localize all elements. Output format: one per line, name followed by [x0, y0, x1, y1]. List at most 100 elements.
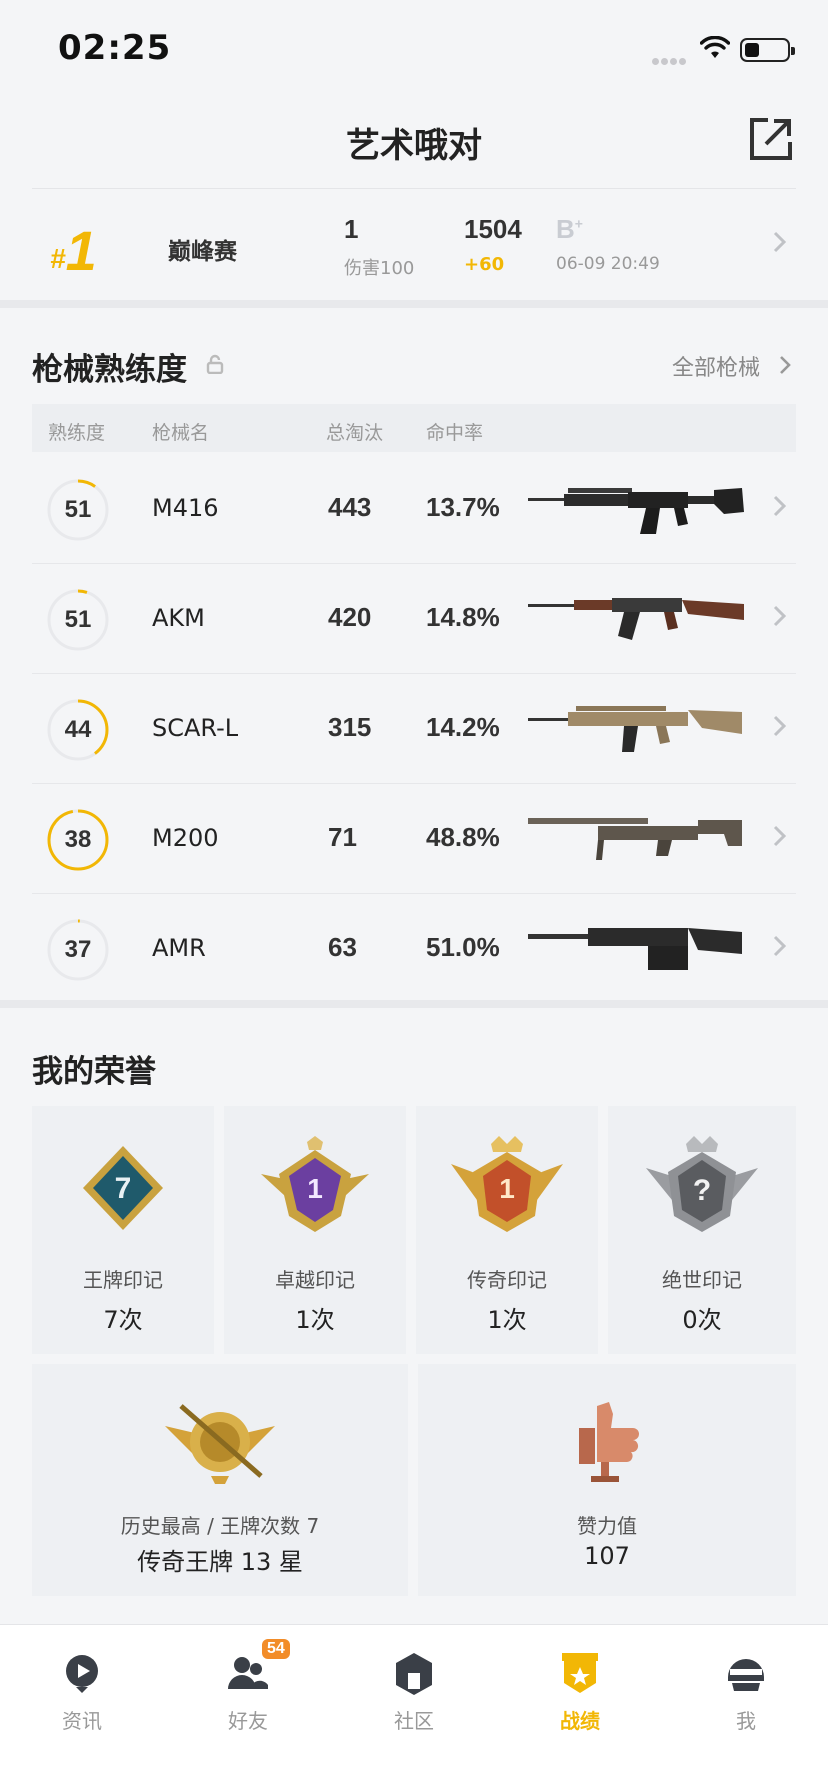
status-bar: 02:25	[0, 0, 828, 100]
section-divider	[0, 300, 828, 308]
weapon-accuracy: 14.8%	[426, 602, 500, 632]
weapon-table-header: 熟练度 枪械名 总淘汰 命中率	[32, 404, 796, 452]
section-title: 我的荣誉	[32, 1054, 156, 1090]
weapon-level: 44	[64, 716, 92, 743]
thumbs-up-icon	[579, 1402, 639, 1482]
weapon-kills: 443	[328, 492, 372, 522]
match-rank: #1	[50, 219, 97, 282]
weapon-row[interactable]: 51 AKM 420 14.8%	[32, 564, 796, 674]
section-divider	[0, 1000, 828, 1008]
svg-text:7: 7	[115, 1172, 132, 1205]
match-datetime: 06-09 20:49	[556, 254, 660, 274]
weapon-name: M200	[152, 824, 219, 852]
weapon-kills: 71	[328, 822, 357, 852]
tab-label: 我	[736, 1709, 756, 1733]
weapon-level: 51	[64, 606, 92, 633]
weapon-row[interactable]: 38 M200 71 48.8%	[32, 784, 796, 894]
chevron-right-icon	[780, 356, 791, 374]
weapon-name: M416	[152, 494, 219, 522]
news-icon	[66, 1655, 98, 1693]
column-header: 总淘汰	[326, 422, 384, 444]
chevron-right-icon	[773, 231, 787, 253]
page-title: 艺术哦对	[346, 126, 482, 166]
honor-card-legend[interactable]: 1 传奇印记 1次	[416, 1106, 598, 1354]
match-mode: 巅峰赛	[168, 239, 237, 265]
honor-card-ace[interactable]: 7 王牌印记 7次	[32, 1106, 214, 1354]
honor-count: 1次	[487, 1306, 527, 1334]
honor-label: 传奇印记	[467, 1268, 547, 1292]
highest-rank-value: 传奇王牌 13 星	[137, 1548, 303, 1576]
column-header: 枪械名	[152, 422, 210, 444]
weapon-proficiency-section: 枪械熟练度 全部枪械 熟练度 枪械名 总淘汰 命中率 51 M416 443 1…	[0, 308, 828, 1000]
weapon-accuracy: 14.2%	[426, 712, 500, 742]
friends-badge: 54	[262, 1639, 290, 1659]
honor-card-peerless[interactable]: ? 绝世印记 0次	[608, 1106, 796, 1354]
chevron-right-icon	[773, 825, 787, 847]
weapon-level: 38	[64, 826, 92, 853]
rifle-akm-image	[528, 598, 744, 640]
weapon-name: AKM	[152, 604, 205, 632]
legend-badge-icon: 1	[451, 1136, 563, 1232]
tab-label: 好友	[228, 1709, 268, 1733]
weapon-level: 51	[64, 496, 92, 523]
chevron-right-icon	[773, 605, 787, 627]
match-score-change: +60	[464, 254, 505, 275]
honor-count: 7次	[103, 1306, 143, 1334]
weapon-kills: 63	[328, 932, 357, 962]
match-stat-value: 1	[344, 214, 359, 244]
weapon-accuracy: 48.8%	[426, 822, 500, 852]
likes-card[interactable]: 赞力值 107	[418, 1364, 796, 1596]
legend-ace-crest-icon	[165, 1404, 275, 1484]
share-icon[interactable]	[748, 116, 794, 162]
weapon-accuracy: 51.0%	[426, 932, 500, 962]
tab-profile[interactable]: 我	[686, 1643, 806, 1753]
cellular-signal-icon	[652, 50, 692, 65]
svg-text:1: 1	[307, 1173, 323, 1204]
weapon-row[interactable]: 51 M416 443 13.7%	[32, 454, 796, 564]
profile-icon	[728, 1659, 764, 1691]
weapon-name: AMR	[152, 934, 206, 962]
weapon-row[interactable]: 44 SCAR-L 315 14.2%	[32, 674, 796, 784]
weapon-name: SCAR-L	[152, 714, 239, 742]
svg-text:1: 1	[499, 1173, 515, 1204]
honor-count: 1次	[295, 1306, 335, 1334]
tab-news[interactable]: 资讯	[22, 1643, 142, 1753]
bottom-tab-bar: 资讯 54 好友 社区 战绩 我	[0, 1624, 828, 1792]
column-header: 命中率	[426, 422, 484, 444]
weapon-kills: 315	[328, 712, 372, 742]
sniper-amr-image	[528, 928, 742, 970]
match-grade: B+	[556, 214, 583, 244]
honor-label: 卓越印记	[275, 1268, 355, 1292]
weapon-row[interactable]: 37 AMR 63 51.0%	[32, 894, 796, 1004]
ace-badge-icon: 7	[83, 1146, 163, 1230]
community-icon	[396, 1653, 432, 1695]
latest-match-row[interactable]: #1 巅峰赛 1 伤害100 1504 +60 B+ 06-09 20:49	[0, 190, 828, 300]
honor-label: 王牌印记	[83, 1268, 163, 1292]
top-bar: 艺术哦对	[0, 100, 828, 186]
tab-label: 资讯	[62, 1709, 102, 1733]
records-icon	[562, 1653, 598, 1693]
honor-card-excellent[interactable]: 1 卓越印记 1次	[224, 1106, 406, 1354]
svg-text:?: ?	[693, 1174, 711, 1207]
highest-rank-label: 历史最高 / 王牌次数 7	[120, 1514, 320, 1538]
weapon-accuracy: 13.7%	[426, 492, 500, 522]
honor-count: 0次	[682, 1306, 722, 1334]
section-title: 枪械熟练度	[32, 352, 187, 388]
tab-community[interactable]: 社区	[354, 1643, 474, 1753]
lock-icon[interactable]	[206, 354, 224, 374]
peerless-badge-icon: ?	[646, 1136, 758, 1232]
column-header: 熟练度	[48, 422, 106, 444]
battery-icon	[740, 38, 795, 62]
tab-records[interactable]: 战绩	[520, 1643, 640, 1753]
status-time: 02:25	[58, 28, 172, 68]
all-weapons-link[interactable]: 全部枪械	[672, 350, 760, 382]
weapon-kills: 420	[328, 602, 372, 632]
honor-label: 绝世印记	[662, 1268, 742, 1292]
likes-label: 赞力值	[577, 1514, 637, 1538]
tab-label: 社区	[394, 1709, 434, 1733]
wifi-icon	[700, 36, 730, 58]
excellent-badge-icon: 1	[261, 1136, 369, 1232]
tab-friends[interactable]: 54 好友	[188, 1639, 308, 1753]
highest-rank-card[interactable]: 历史最高 / 王牌次数 7 传奇王牌 13 星	[32, 1364, 408, 1596]
tab-label: 战绩	[560, 1709, 600, 1733]
